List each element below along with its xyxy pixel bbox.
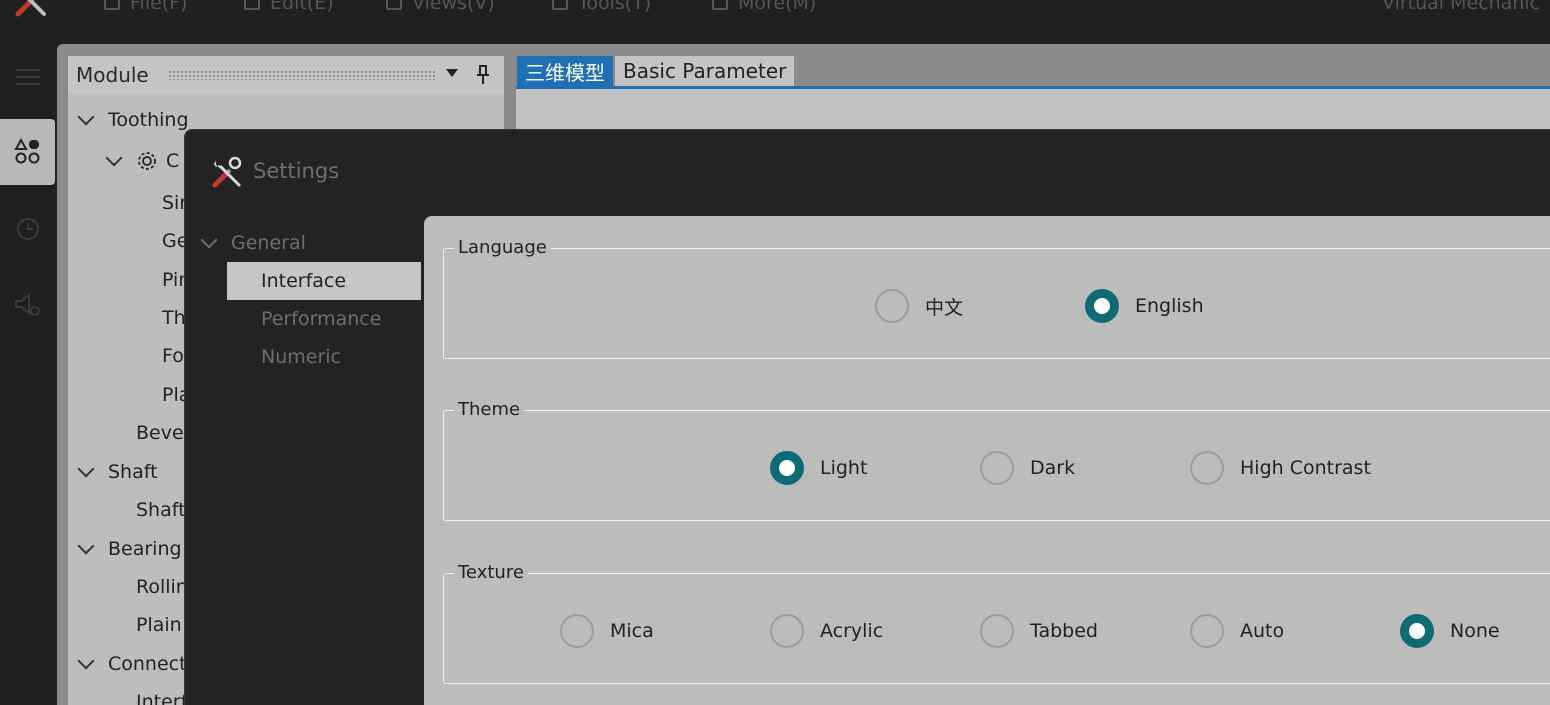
tree-node-bearing[interactable]: Bearing [77,534,182,564]
chevron-down-icon [77,652,95,670]
nav-item-interface[interactable]: Interface [227,262,421,300]
tree-node-interf[interactable]: Interf [136,687,187,705]
chevron-down-icon [77,537,95,555]
tab-3d-model[interactable]: 三维模型 [517,56,613,86]
shapes-icon [13,138,39,164]
history-icon [16,218,39,240]
menu-tools[interactable]: Tools(T) [552,0,651,14]
activity-rail [0,44,57,705]
tree-node-gear[interactable]: C [105,146,179,176]
radio-circle [980,451,1014,485]
drag-grip[interactable] [168,70,436,80]
tree-node-plain[interactable]: Plain [136,610,182,640]
tree-node-th[interactable]: Th [162,303,186,333]
menu-bar: File(F) Edit(E) Views(V) Tools(T) More(M… [0,0,1550,44]
menu-file[interactable]: File(F) [104,0,188,14]
theme-legend: Theme [454,399,525,420]
menu-views[interactable]: Views(V) [386,0,495,14]
radio-texture-none[interactable]: None [1400,614,1500,648]
texture-group: Texture Mica Acrylic Tabbed Auto None [443,562,1550,684]
radio-texture-acrylic[interactable]: Acrylic [770,614,883,648]
gear-icon [138,152,156,170]
nav-item-performance[interactable]: Performance [227,300,421,338]
radio-circle [1190,614,1224,648]
radio-texture-auto[interactable]: Auto [1190,614,1284,648]
radio-circle [770,451,804,485]
radio-theme-high-contrast[interactable]: High Contrast [1190,451,1371,485]
tree-node-shaft[interactable]: Shaft [77,457,158,487]
language-group: Language 中文 English [443,237,1550,359]
tree-node-fo[interactable]: Fo [162,341,184,371]
nav-item-numeric[interactable]: Numeric [227,338,421,376]
radio-circle [560,614,594,648]
radio-circle [875,289,909,323]
rail-history-button[interactable] [0,196,55,262]
document-tab-strip: 三维模型 Basic Parameter [516,56,1550,89]
chevron-down-icon [200,231,218,249]
rail-settings-button[interactable] [0,272,55,338]
tree-node-connect[interactable]: Connect [77,649,187,679]
menu-more[interactable]: More(M) [712,0,816,14]
radio-theme-dark[interactable]: Dark [980,451,1075,485]
hamburger-button[interactable] [0,44,55,110]
app-title: Virtual Mechanic [1382,0,1541,14]
module-panel-header: Module [68,56,504,94]
megaphone-gear-icon [14,293,40,316]
views-icon [386,0,402,10]
more-icon [712,0,728,10]
radio-circle [1085,289,1119,323]
theme-group: Theme Light Dark High Contrast [443,399,1550,521]
language-legend: Language [454,237,551,258]
module-panel-title: Module [76,63,149,87]
radio-texture-tabbed[interactable]: Tabbed [980,614,1098,648]
tree-node-shaft-child[interactable]: Shaft [136,495,186,525]
tree-node-rolling[interactable]: Rollin [136,572,188,602]
radio-texture-mica[interactable]: Mica [560,614,654,648]
pin-icon[interactable] [474,64,492,86]
tools-icon [552,0,568,10]
tree-node-bevel[interactable]: Bevel [136,418,189,448]
radio-circle [1190,451,1224,485]
tab-basic-parameter[interactable]: Basic Parameter [615,56,795,86]
chevron-down-icon [105,149,123,167]
radio-language-chinese[interactable]: 中文 [875,289,963,323]
settings-content: Language 中文 English Theme Light Dark Hig… [424,216,1550,705]
file-icon [104,0,120,10]
hamburger-icon [15,69,40,85]
radio-circle [1400,614,1434,648]
chevron-down-icon [77,108,95,126]
radio-circle [980,614,1014,648]
radio-language-english[interactable]: English [1085,289,1204,323]
nav-group-general[interactable]: General [200,231,306,254]
radio-circle [770,614,804,648]
tools-logo-icon [15,0,46,17]
dropdown-caret-icon[interactable] [446,69,458,77]
dialog-title: Settings [253,159,340,183]
chevron-down-icon [77,460,95,478]
radio-theme-light[interactable]: Light [770,451,867,485]
tree-node-toothing[interactable]: Toothing [77,105,189,135]
menu-edit[interactable]: Edit(E) [244,0,334,14]
tools-icon [212,156,242,188]
rail-modules-button[interactable] [0,119,55,185]
edit-icon [244,0,260,10]
texture-legend: Texture [454,562,528,583]
